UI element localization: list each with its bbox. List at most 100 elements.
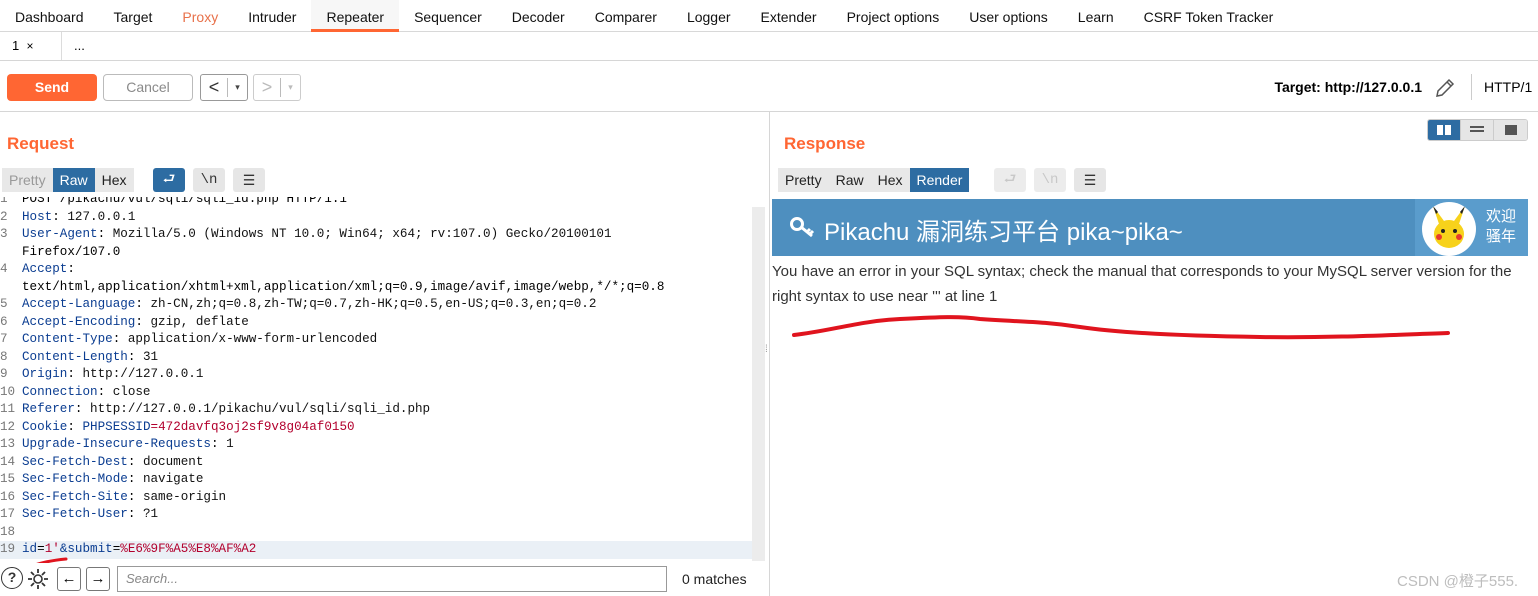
request-line: 18 [0, 524, 752, 542]
header-name: Referer [22, 402, 75, 416]
repeater-tab-bar: 1 × ... [0, 32, 1538, 61]
request-line: 17 Sec-Fetch-User: ?1 [0, 506, 752, 524]
line-content: Content-Type: application/x-www-form-url… [22, 332, 378, 346]
match-count: 0 matches [682, 571, 747, 587]
history-back-button[interactable]: < ▾ [200, 74, 248, 101]
tab-proxy[interactable]: Proxy [167, 0, 233, 32]
repeater-toolbar: Send Cancel < ▾ > ▾ Target: http://127.0… [0, 62, 1538, 112]
new-tab-button[interactable]: ... [62, 32, 112, 60]
watermark: CSDN @橙子555. [1397, 573, 1519, 590]
request-line: 14 Sec-Fetch-Dest: document [0, 454, 752, 472]
layout-tabs-icon[interactable] [1494, 120, 1527, 140]
http-version-label[interactable]: HTTP/1 [1484, 79, 1532, 95]
line-content: Upgrade-Insecure-Requests: 1 [22, 437, 234, 451]
request-line: 13 Upgrade-Insecure-Requests: 1 [0, 436, 752, 454]
header-name: Content-Length [22, 349, 128, 364]
pencil-icon[interactable] [1433, 77, 1457, 99]
header-value: 1 [226, 437, 234, 451]
tab-csrf-token-tracker[interactable]: CSRF Token Tracker [1129, 0, 1289, 32]
chevron-right-icon: > [261, 77, 273, 97]
arrow-right-icon[interactable]: → [86, 567, 110, 591]
request-view-tabs: Pretty Raw Hex [2, 168, 134, 192]
tab-target[interactable]: Target [99, 0, 168, 32]
header-name: Connection [22, 384, 98, 399]
send-button[interactable]: Send [7, 74, 97, 101]
line-number: 8 [0, 349, 8, 364]
tab-hex[interactable]: Hex [94, 168, 134, 192]
line-content: Sec-Fetch-User: ?1 [22, 507, 159, 521]
line-content: text/html,application/xhtml+xml,applicat… [22, 279, 665, 294]
gear-icon[interactable] [26, 567, 50, 591]
header-name: Accept-Encoding [22, 314, 136, 329]
chevron-down-icon[interactable]: ▾ [227, 78, 247, 97]
tab-pretty[interactable]: Pretty [778, 168, 829, 192]
close-icon[interactable]: × [26, 39, 33, 53]
help-icon[interactable]: ? [1, 567, 23, 589]
line-number: 1 [0, 197, 8, 206]
menu-icon[interactable]: ☰ [1074, 168, 1106, 192]
tab-hex[interactable]: Hex [870, 168, 910, 192]
show-newlines-icon: \n [1034, 168, 1066, 192]
header-value: application/x-www-form-urlencoded [127, 332, 378, 346]
tab-raw[interactable]: Raw [828, 168, 871, 192]
search-input[interactable]: Search... [117, 566, 667, 592]
cancel-button[interactable]: Cancel [103, 74, 193, 101]
request-scrollbar[interactable] [752, 207, 765, 561]
request-line: 6 Accept-Encoding: gzip, deflate [0, 314, 752, 332]
tab-sequencer[interactable]: Sequencer [399, 0, 497, 32]
arrow-left-icon[interactable]: ← [57, 567, 81, 591]
header-value: 127.0.0.1 [67, 209, 136, 224]
tab-render[interactable]: Render [909, 168, 970, 192]
tab-pretty[interactable]: Pretty [2, 168, 53, 192]
request-line: text/html,application/xhtml+xml,applicat… [0, 279, 752, 297]
line-number: 10 [0, 384, 16, 399]
tab-logger[interactable]: Logger [672, 0, 746, 32]
header-name: Sec-Fetch-Dest [22, 454, 128, 469]
header-name: Sec-Fetch-Mode [22, 472, 128, 486]
header-name: Sec-Fetch-Site [22, 489, 128, 504]
history-forward-button[interactable]: > ▾ [253, 74, 301, 101]
cookie-value: =472davfq3oj2sf9v8g04af0150 [150, 419, 355, 434]
header-value: http://127.0.0.1 [82, 367, 204, 381]
wrap-lines-icon: ⮐ [994, 168, 1026, 192]
request-editor[interactable]: 1 POST /pikachu/vul/sqli/sqli_id.php HTTP… [0, 197, 752, 562]
header-name: Upgrade-Insecure-Requests [22, 437, 211, 451]
layout-side-by-side-icon[interactable] [1428, 120, 1461, 140]
line-content: Firefox/107.0 [22, 244, 121, 259]
header-value: Mozilla/5.0 (Windows NT 10.0; Win64; x64… [112, 227, 612, 241]
layout-stacked-icon[interactable] [1461, 120, 1494, 140]
header-name: User-Agent [22, 227, 98, 241]
menu-icon[interactable]: ☰ [233, 168, 265, 192]
show-newlines-icon[interactable]: \n [193, 168, 225, 192]
line-content: Sec-Fetch-Dest: document [22, 454, 204, 469]
line-content: User-Agent: Mozilla/5.0 (Windows NT 10.0… [22, 227, 612, 241]
param-value: %E6%9F%A5%E8%AF%A2 [120, 542, 257, 556]
line-content: Sec-Fetch-Mode: navigate [22, 472, 204, 486]
header-name: Content-Type [22, 332, 113, 346]
new-tab-label: ... [74, 38, 85, 53]
tab-comparer[interactable]: Comparer [580, 0, 672, 32]
tab-project-options[interactable]: Project options [832, 0, 955, 32]
response-title: Response [784, 134, 866, 153]
tab-user-options[interactable]: User options [954, 0, 1063, 32]
line-number: 11 [0, 402, 16, 416]
header-name: Origin [22, 367, 68, 381]
request-line: 15 Sec-Fetch-Mode: navigate [0, 471, 752, 489]
tab-repeater[interactable]: Repeater [311, 0, 400, 32]
request-title: Request [7, 134, 75, 153]
tab-extender[interactable]: Extender [746, 0, 832, 32]
repeater-tab-1[interactable]: 1 × [0, 32, 62, 60]
tab-dashboard[interactable]: Dashboard [0, 0, 99, 32]
param-name: id [22, 542, 38, 556]
tab-raw[interactable]: Raw [52, 168, 95, 192]
chevron-down-icon[interactable]: ▾ [280, 78, 300, 97]
pane-divider[interactable] [769, 112, 770, 596]
tab-learn[interactable]: Learn [1063, 0, 1129, 32]
line-number: 7 [0, 332, 8, 346]
request-body-line: 19 id=1'&submit=%E6%9F%A5%E8%AF%A2 [0, 541, 752, 559]
tab-decoder[interactable]: Decoder [497, 0, 580, 32]
wrap-lines-icon[interactable]: ⮐ [153, 168, 185, 192]
tab-intruder[interactable]: Intruder [233, 0, 311, 32]
param-value: 1' [44, 542, 60, 556]
line-content: POST /pikachu/vul/sqli/sqli_id.php HTTP/… [22, 197, 347, 206]
